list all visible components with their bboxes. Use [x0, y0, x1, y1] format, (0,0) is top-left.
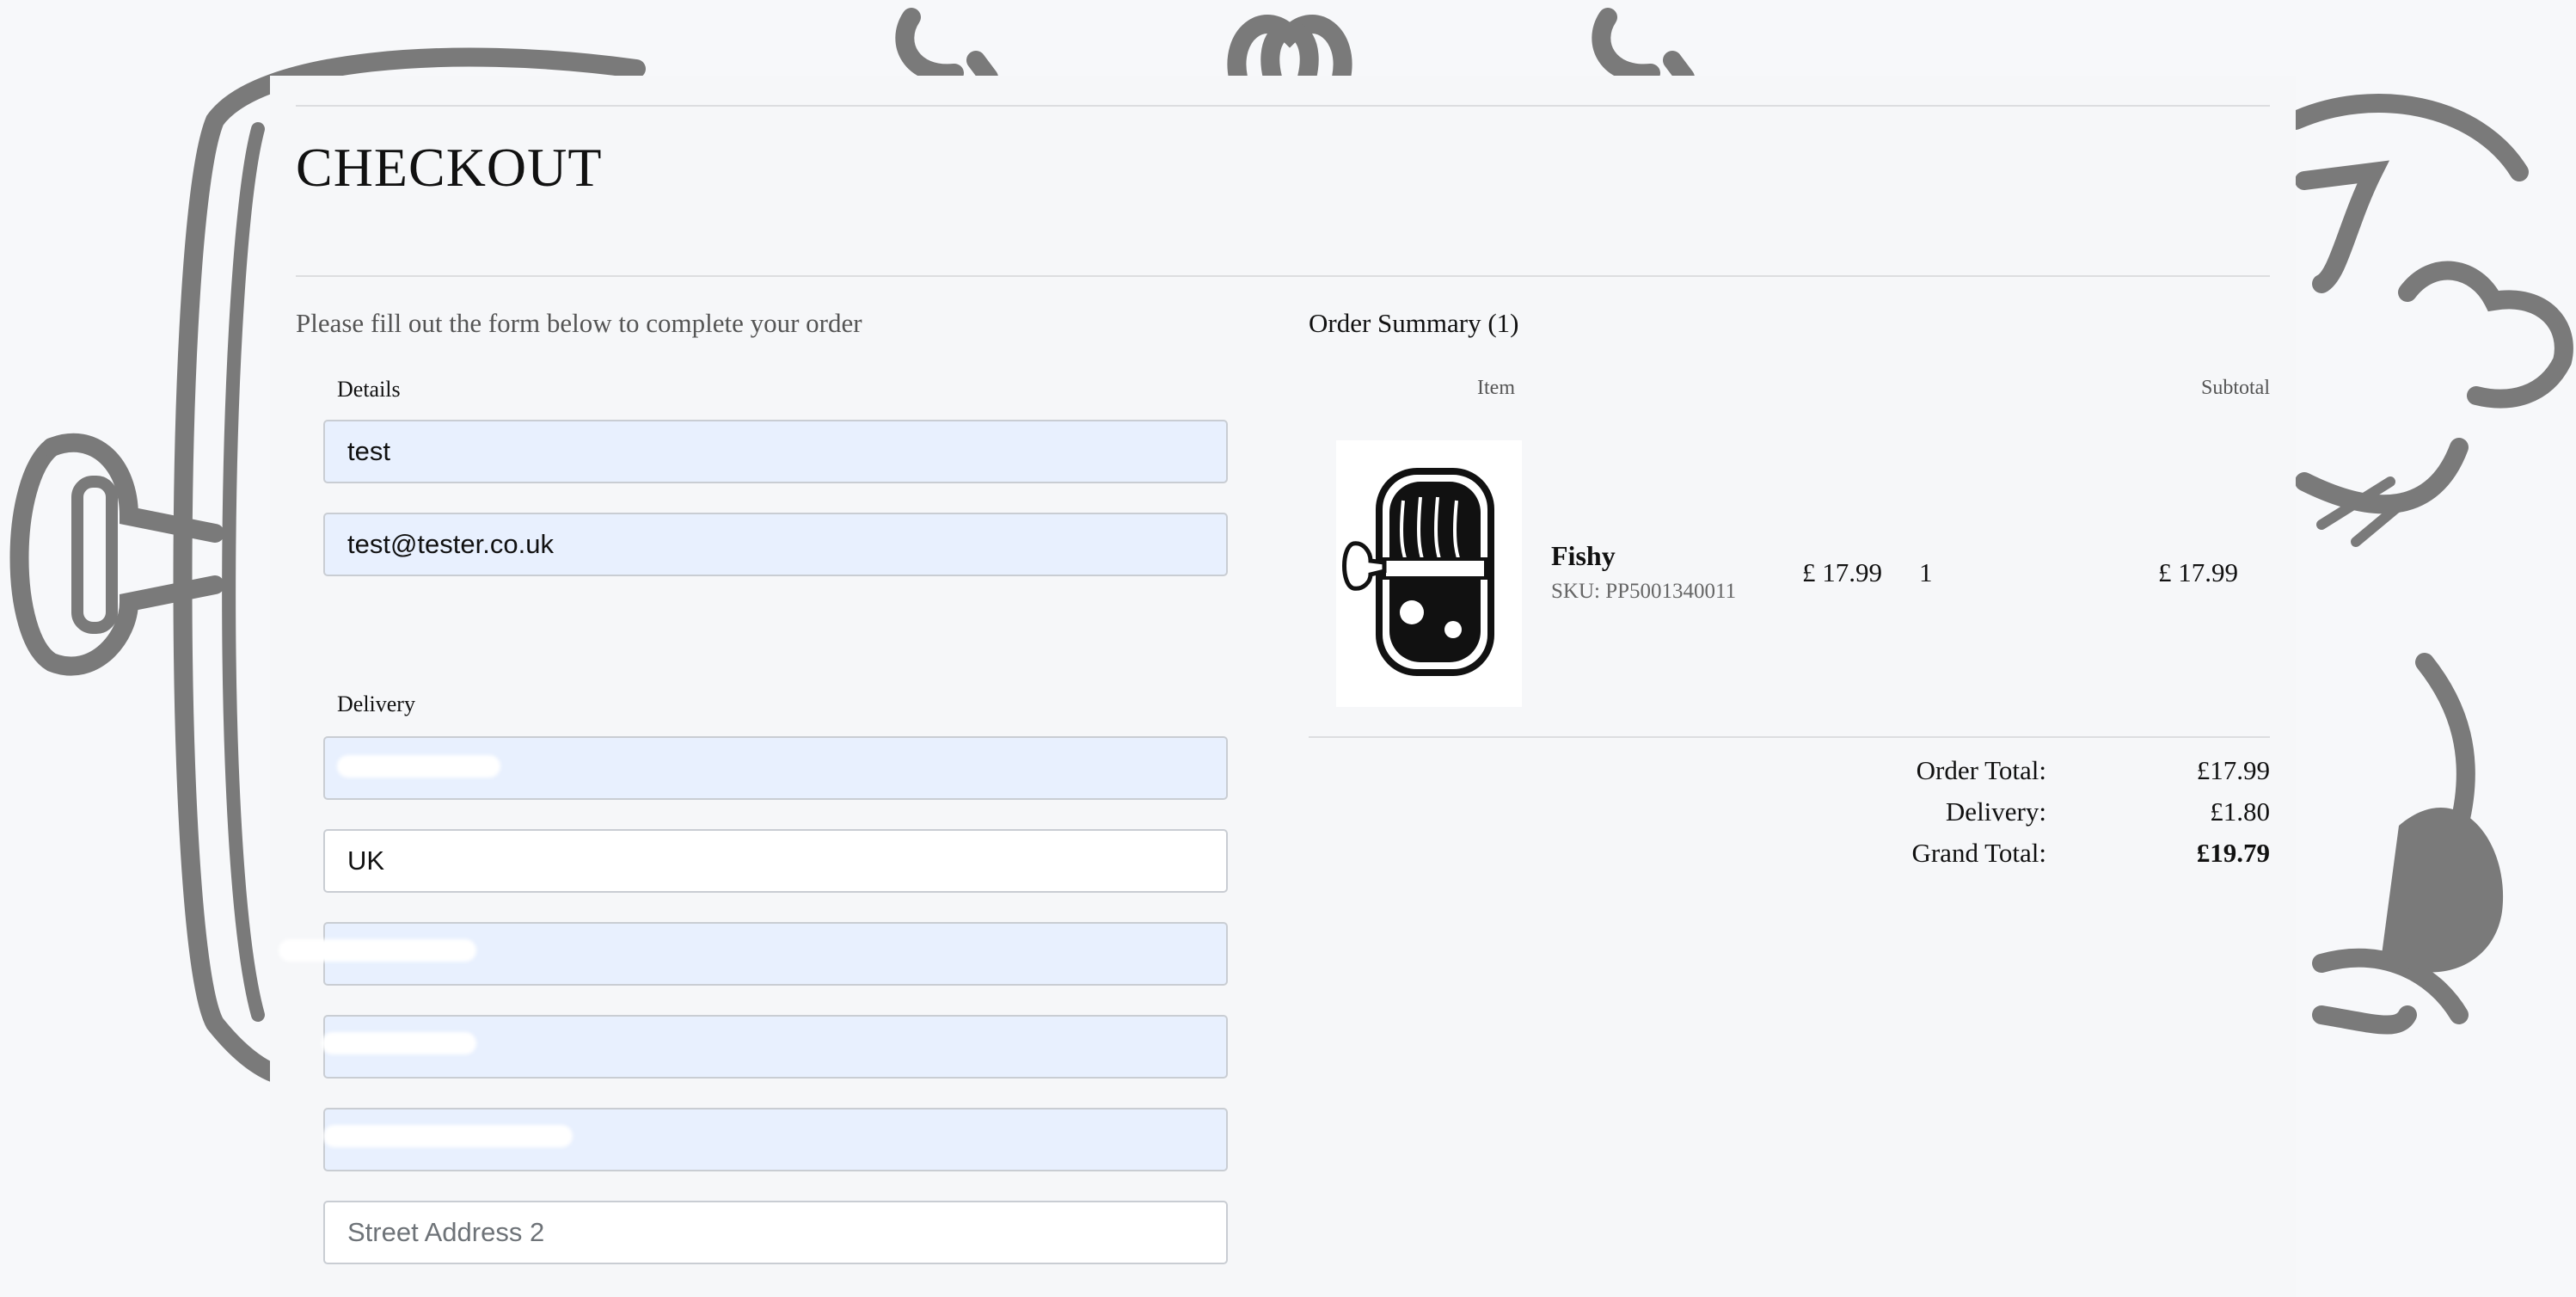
product-name[interactable]: Fishy: [1551, 540, 1616, 572]
divider: [296, 105, 2270, 107]
redacted-text-overlay: [323, 1125, 573, 1147]
name-field[interactable]: [323, 420, 1228, 483]
sardine-tin-illustration: [1342, 468, 1494, 676]
product-subtotal: £ 17.99: [2158, 557, 2238, 587]
column-header-subtotal: Subtotal: [2200, 377, 2270, 399]
grand-total-label: Grand Total:: [1911, 838, 2046, 868]
grand-total-value: £19.79: [2196, 838, 2270, 868]
product-sku: SKU: PP5001340011: [1551, 580, 1737, 603]
divider: [1309, 736, 2270, 738]
divider: [296, 275, 2270, 277]
order-total-value: £17.99: [2196, 755, 2270, 785]
email-field[interactable]: [323, 513, 1228, 576]
details-section-label: Details: [337, 377, 401, 402]
checkout-panel: CHECKOUT Please fill out the form below …: [270, 76, 2296, 1297]
redacted-text-overlay: [279, 939, 476, 962]
redacted-text-overlay: [337, 755, 500, 778]
product-image: [1336, 440, 1522, 707]
delivery-cost-value: £1.80: [2210, 796, 2270, 827]
redacted-text-overlay: [322, 1032, 476, 1054]
product-price: £ 17.99: [1802, 557, 1882, 587]
order-summary-title: Order Summary (1): [1309, 308, 1519, 338]
order-total-label: Order Total:: [1916, 755, 2046, 785]
street-address-2-field[interactable]: [323, 1201, 1228, 1264]
column-header-item: Item: [1477, 377, 1515, 399]
country-field[interactable]: [323, 829, 1228, 893]
page-title: CHECKOUT: [296, 137, 603, 198]
product-quantity: 1: [1919, 557, 1933, 587]
delivery-cost-label: Delivery:: [1945, 796, 2046, 827]
delivery-section-label: Delivery: [337, 692, 415, 716]
form-intro-text: Please fill out the form below to comple…: [296, 308, 862, 338]
